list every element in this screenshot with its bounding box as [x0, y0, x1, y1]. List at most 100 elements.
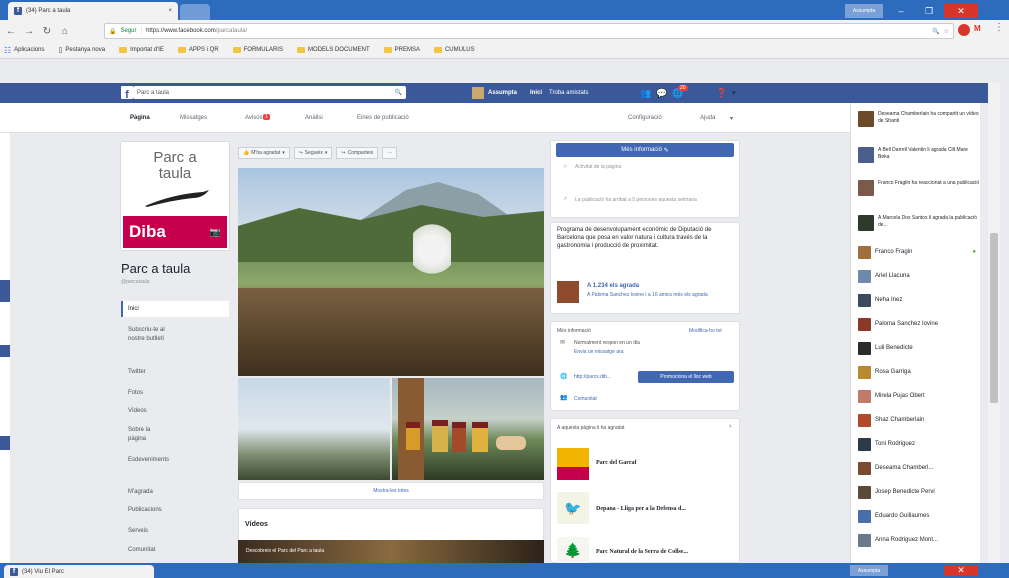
tab-help[interactable]: Ajuda [700, 115, 715, 121]
avatar[interactable] [472, 87, 484, 99]
profile-button[interactable]: Assumpta [850, 565, 888, 576]
minimize-icon[interactable]: – [888, 4, 914, 18]
maximize-icon[interactable]: ❐ [916, 4, 942, 18]
photo-thumbnail-products[interactable] [392, 378, 544, 480]
sidebar-item-videos[interactable]: Vídeos [128, 408, 147, 414]
back-icon[interactable]: ← [6, 26, 16, 37]
tab-settings[interactable]: Configuració [628, 115, 662, 121]
tab-page[interactable]: Pàgina [130, 115, 150, 121]
facebook-search-input[interactable]: Parc a taula 🔍 [133, 86, 406, 99]
ticker-item[interactable]: Franco Fraglin ha reaccionat a una publi… [858, 180, 980, 196]
profile-name[interactable]: Assumpta [488, 90, 517, 96]
liked-page-logo[interactable]: 🐦 [557, 492, 589, 524]
star-icon[interactable]: ☆ [944, 28, 949, 35]
ticker-item[interactable]: A Bell Darrell Valentin li agrada Cilt M… [858, 147, 980, 163]
more-info-button[interactable]: Més informació ✎ [556, 143, 734, 157]
home-link[interactable]: Inici [530, 90, 542, 96]
liked-page-name[interactable]: Parc del Garraf [596, 460, 637, 466]
profile-button[interactable]: Assumpta [845, 4, 883, 18]
page-title[interactable]: Parc a taula [121, 261, 190, 276]
chat-contact[interactable]: Franco Fragin ● [858, 245, 976, 259]
menu-dots-icon[interactable]: ⋮ [994, 22, 1004, 33]
chat-contact[interactable]: Toni Rodriguez [858, 437, 976, 451]
chat-contact[interactable]: Rosa Garriga [858, 365, 976, 379]
bookmark-folder[interactable]: FORMULARIS [232, 47, 283, 53]
new-tab-button[interactable] [180, 4, 210, 20]
chat-contact[interactable]: Neha Inez [858, 293, 976, 307]
chat-contact[interactable]: Deseama Chamberl... [858, 461, 976, 475]
chevron-right-icon[interactable]: › [729, 423, 731, 430]
find-friends-link[interactable]: Troba amistats [549, 90, 588, 96]
search-icon[interactable]: 🔍 [395, 89, 402, 96]
chat-contact[interactable]: Luli Benedicte [858, 341, 976, 355]
tab-messages[interactable]: Missatges [180, 115, 207, 121]
liked-page-logo[interactable] [557, 448, 589, 480]
see-all-photos-link[interactable]: Mostra-les totes [238, 482, 544, 500]
forward-icon[interactable]: → [24, 26, 34, 37]
bookmark-folder[interactable]: CUMULUS [433, 47, 475, 53]
scrollbar-thumb[interactable] [990, 233, 998, 403]
bookmark-new-tab[interactable]: ▯ Pestanya nova [59, 46, 106, 54]
address-bar[interactable]: 🔒 Segur | https://www.facebook.com/parca… [104, 23, 954, 39]
tab-notifications[interactable]: Avisos [245, 115, 263, 121]
ticker-item[interactable]: A Marcela Dos Santos li agrada la public… [858, 215, 980, 231]
community-link[interactable]: Comunitat [574, 396, 597, 402]
chat-contact[interactable]: Ariel Llacuna [858, 269, 976, 283]
follow-button[interactable]: ⤳ Segueix ▾ [293, 147, 333, 159]
more-options-button[interactable]: ··· [382, 147, 398, 159]
help-chevron-icon[interactable]: ▾ [730, 115, 733, 122]
bookmark-apps[interactable]: ☷ Aplicacions [4, 46, 45, 55]
tab-close-icon[interactable]: × [168, 8, 172, 14]
sidebar-item-twitter[interactable]: Twitter [128, 369, 146, 375]
sidebar-item-events[interactable]: Esdeveniments [128, 456, 169, 465]
chat-contact[interactable]: Eduardo Guillaumes [858, 509, 976, 523]
facebook-logo-icon[interactable]: f [121, 86, 133, 101]
liked-page-name[interactable]: Parc Natural de la Serra de Collse... [596, 549, 688, 555]
close-window-icon[interactable]: ✕ [944, 565, 978, 576]
tab-publishing-tools[interactable]: Eines de publicació [357, 115, 409, 121]
camera-icon[interactable]: 📷 [210, 227, 221, 238]
tab-insights[interactable]: Anàlisi [305, 115, 323, 121]
sidebar-item-newsletter[interactable]: Subscriu-te al nostre butlletí [128, 326, 168, 344]
bookmark-folder[interactable]: PREMSA [383, 47, 420, 53]
page-handle[interactable]: @parcataula [121, 279, 149, 285]
mail-extension-icon[interactable]: M [974, 24, 986, 36]
sidebar-item-about[interactable]: Sobre la pàgina [128, 426, 162, 444]
sidebar-item-photos[interactable]: Fotos [128, 390, 143, 396]
sidebar-item-posts[interactable]: Publicacions [128, 507, 162, 513]
reload-icon[interactable]: ↻ [42, 26, 52, 37]
friend-avatar[interactable] [557, 281, 579, 303]
cover-photo[interactable] [238, 168, 544, 376]
page-scrollbar[interactable] [988, 83, 1000, 578]
website-link[interactable]: http://parcs.dib... [574, 374, 611, 380]
browser-tab-active[interactable]: f (34) Parc a taula × [8, 2, 178, 20]
messages-icon[interactable]: 💬 [656, 88, 667, 99]
sidebar-item-community[interactable]: Comunitat [128, 547, 155, 553]
ticker-item[interactable]: Deseama Chamberlain ha compartit un víde… [858, 111, 980, 127]
chat-contact[interactable]: Shaz Chamberlain [858, 413, 976, 427]
likes-count[interactable]: A 1.234 els agrada [587, 283, 639, 289]
likes-friends[interactable]: A Paloma Sanchez Iovine i a 16 amics més… [587, 292, 735, 299]
chat-contact[interactable]: Anna Rodriguez Mont... [858, 533, 976, 547]
page-profile-picture[interactable]: Parc a taula Diba 📷 [121, 142, 229, 250]
help-icon[interactable]: ❓ [716, 88, 727, 99]
promote-website-button[interactable]: Promociona el lloc web [638, 371, 734, 383]
photo-thumbnail-landscape[interactable] [238, 378, 390, 480]
video-thumbnail[interactable]: Descobreix el Parc del Parc a taula [238, 540, 544, 563]
bookmark-folder[interactable]: MODELS DOCUMENT [296, 47, 370, 53]
friend-requests-icon[interactable]: 👥 [640, 88, 651, 99]
chat-contact[interactable]: Mirela Pujas Obert [858, 389, 976, 403]
liked-page-name[interactable]: Depana - Lliga per a la Defensa d... [596, 506, 686, 512]
sidebar-item-likes[interactable]: M'agrada [128, 489, 153, 495]
like-button[interactable]: 👍 M'ha agradat ▾ [238, 147, 290, 159]
bookmark-folder[interactable]: APPS i QR [177, 47, 219, 53]
edit-all-link[interactable]: Modifica-ho tot [689, 328, 722, 334]
bookmark-folder[interactable]: Importat d'IE [119, 47, 164, 53]
send-message-link[interactable]: Envia un missatge ara [574, 349, 623, 355]
share-button[interactable]: ↪ Comparteix [336, 147, 379, 159]
close-window-icon[interactable]: ✕ [944, 4, 978, 18]
extension-icon[interactable] [958, 24, 970, 36]
sidebar-item-services[interactable]: Serveis [128, 528, 148, 534]
second-window-tab[interactable]: f (34) Viu El Parc [4, 565, 154, 578]
chat-contact[interactable]: Paloma Sanchez Iovine [858, 317, 976, 331]
